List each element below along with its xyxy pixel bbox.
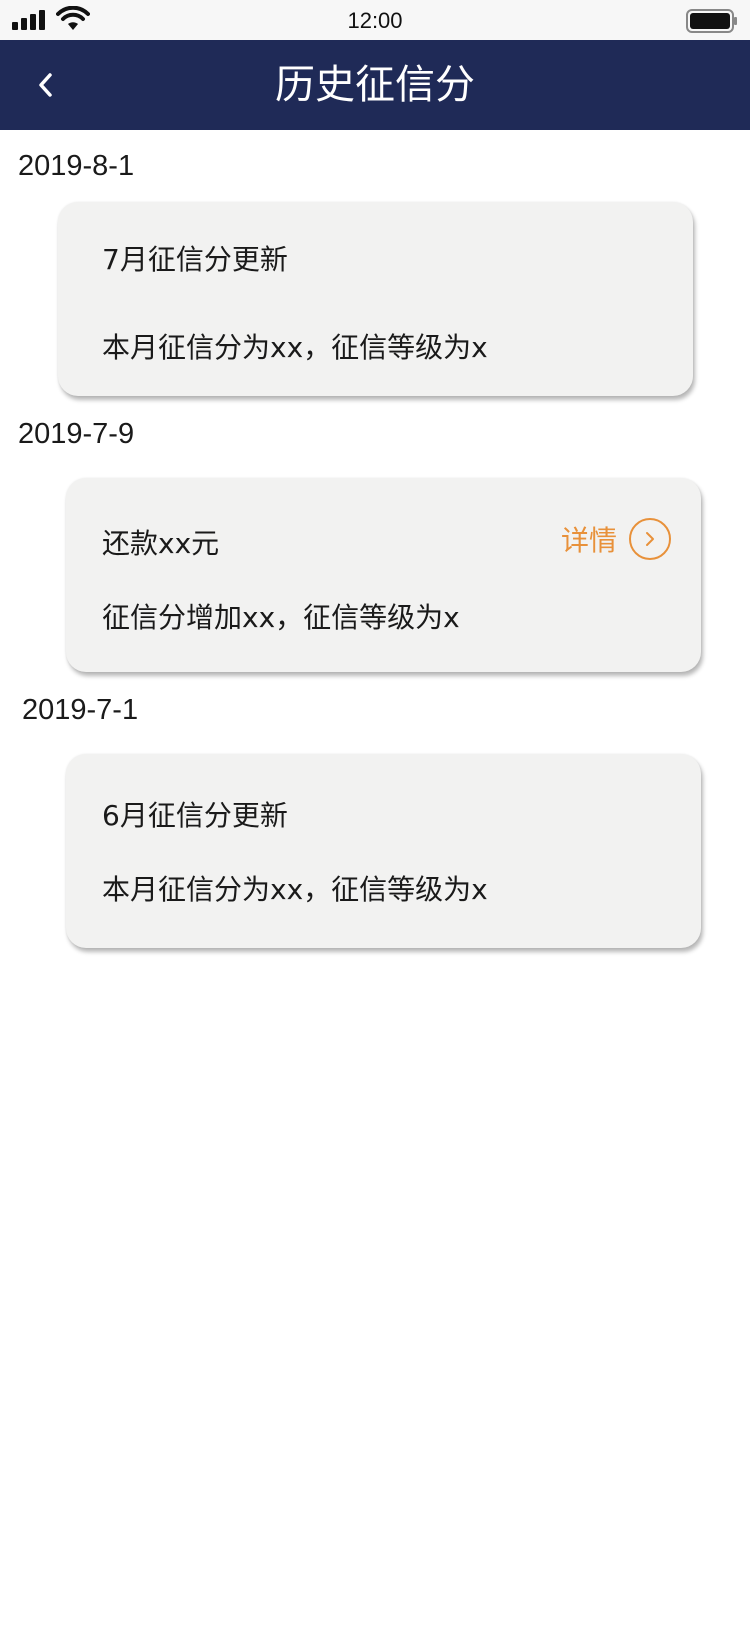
record-card[interactable]: 6月征信分更新 本月征信分为xx，征信等级为x: [66, 754, 701, 948]
record-card[interactable]: 还款xx元 征信分增加xx，征信等级为x 详情: [66, 478, 701, 672]
record-description: 征信分增加xx，征信等级为x: [102, 601, 460, 634]
record-date: 2019-8-1: [18, 150, 135, 182]
status-bar: 12:00: [0, 0, 750, 40]
record-description: 本月征信分为xx，征信等级为x: [102, 331, 488, 364]
detail-label: 详情: [560, 524, 617, 557]
record-date: 2019-7-1: [22, 694, 139, 726]
record-card[interactable]: 7月征信分更新 本月征信分为xx，征信等级为x: [58, 202, 693, 396]
record-title: 6月征信分更新: [102, 799, 288, 832]
status-time: 12:00: [347, 8, 403, 33]
record-title: 7月征信分更新: [102, 243, 288, 276]
detail-link[interactable]: 详情: [561, 518, 671, 560]
record-description: 本月征信分为xx，征信等级为x: [102, 873, 488, 906]
chevron-right-circle-icon: [629, 518, 671, 560]
record-date: 2019-7-9: [18, 418, 135, 450]
page-title: 历史征信分: [275, 62, 475, 108]
navigation-bar: 历史征信分: [0, 40, 750, 130]
battery-icon: [686, 9, 738, 37]
record-title: 还款xx元: [102, 527, 220, 560]
